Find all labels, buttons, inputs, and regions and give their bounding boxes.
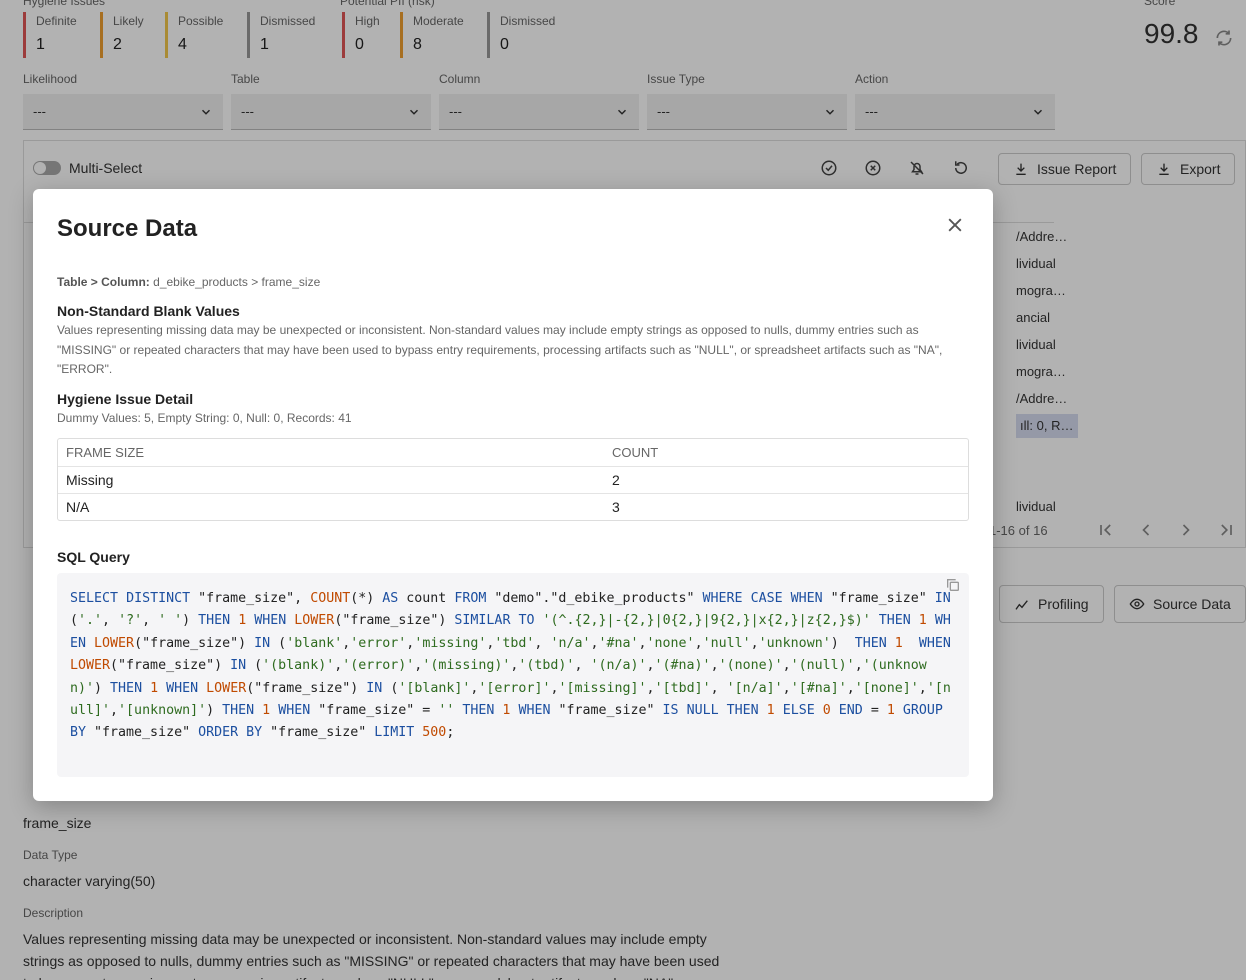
breadcrumb-label: Table > Column: xyxy=(57,275,150,289)
table-cell: 3 xyxy=(612,499,620,515)
table-cell: 2 xyxy=(612,472,620,488)
close-icon[interactable] xyxy=(945,215,965,235)
table-cell: N/A xyxy=(66,499,90,515)
column-header: COUNT xyxy=(612,445,659,460)
dialog-title: Source Data xyxy=(57,215,198,242)
issue-type-description: Values representing missing data may be … xyxy=(57,323,943,376)
source-data-dialog: Source Data Table > Column: d_ebike_prod… xyxy=(33,189,993,801)
breadcrumb-value: d_ebike_products > frame_size xyxy=(153,275,321,289)
source-data-table: FRAME SIZE COUNT Missing 2 N/A 3 xyxy=(57,438,969,521)
sql-query-title: SQL Query xyxy=(57,549,130,565)
table-row: Missing 2 xyxy=(58,466,968,493)
table-row: N/A 3 xyxy=(58,493,968,520)
issue-detail-text: Dummy Values: 5, Empty String: 0, Null: … xyxy=(57,411,352,425)
copy-icon[interactable] xyxy=(945,577,961,593)
table-cell: Missing xyxy=(66,472,114,488)
column-header: FRAME SIZE xyxy=(66,445,145,460)
table-column-breadcrumb: Table > Column: d_ebike_products > frame… xyxy=(57,275,320,289)
issue-detail-title: Hygiene Issue Detail xyxy=(57,391,194,407)
table-header-row: FRAME SIZE COUNT xyxy=(58,439,968,466)
sql-query-code: SELECT DISTINCT "frame_size", COUNT(*) A… xyxy=(57,573,969,777)
issue-type-title: Non-Standard Blank Values xyxy=(57,303,240,319)
